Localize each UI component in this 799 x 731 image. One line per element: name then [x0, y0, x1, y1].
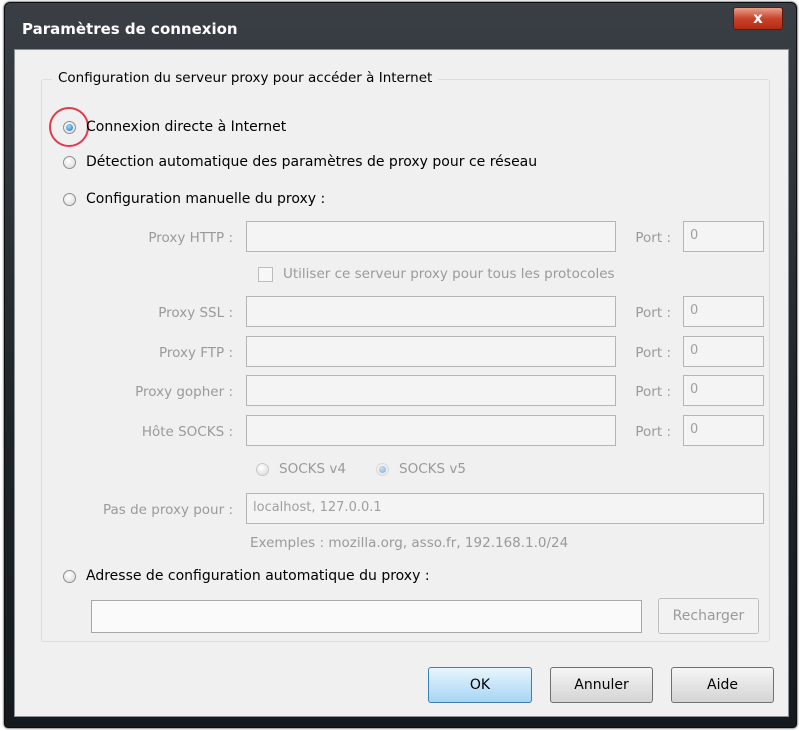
no-proxy-label: Pas de proxy pour : [102, 502, 233, 518]
radio-manual[interactable] [63, 192, 76, 206]
socks-host-input[interactable] [246, 415, 616, 446]
radio-auto-detect-label: Détection automatique des paramètres de … [86, 154, 538, 170]
radio-auto-config-label: Adresse de configuration automatique du … [86, 568, 430, 584]
socks-host-label: Hôte SOCKS : [141, 424, 233, 440]
ok-button[interactable]: OK [428, 667, 532, 703]
http-proxy-input[interactable] [246, 221, 616, 252]
http-port-input[interactable]: 0 [683, 221, 764, 252]
gopher-proxy-input[interactable] [246, 375, 616, 406]
proxy-config-legend: Configuration du serveur proxy pour accé… [52, 70, 439, 86]
window-title: Paramètres de connexion [22, 20, 238, 38]
radio-direct[interactable] [63, 120, 76, 134]
cancel-button[interactable]: Annuler [550, 667, 653, 703]
share-proxy-checkbox[interactable] [258, 267, 273, 282]
ssl-port-input[interactable]: 0 [683, 296, 764, 327]
socks-v4-row[interactable]: SOCKS v4 [256, 461, 346, 477]
ftp-port-label: Port : [635, 345, 671, 361]
radio-auto-config[interactable] [63, 569, 76, 583]
gopher-port-input[interactable]: 0 [683, 375, 764, 406]
http-proxy-label: Proxy HTTP : [148, 230, 233, 246]
ssl-proxy-input[interactable] [246, 296, 616, 327]
ftp-proxy-input[interactable] [246, 336, 616, 367]
ftp-port-input[interactable]: 0 [683, 336, 764, 367]
gopher-proxy-label: Proxy gopher : [135, 384, 233, 400]
radio-manual-row[interactable]: Configuration manuelle du proxy : [63, 191, 325, 207]
radio-socks-v4[interactable] [256, 462, 269, 476]
socks-port-label: Port : [635, 424, 671, 440]
no-proxy-input[interactable]: localhost, 127.0.0.1 [246, 493, 764, 524]
help-button[interactable]: Aide [671, 667, 774, 703]
socks-v5-row[interactable]: SOCKS v5 [376, 461, 466, 477]
close-button[interactable]: x [733, 7, 783, 30]
ftp-proxy-label: Proxy FTP : [158, 345, 233, 361]
reload-button[interactable]: Recharger [658, 598, 759, 634]
no-proxy-examples: Exemples : mozilla.org, asso.fr, 192.168… [250, 535, 569, 551]
socks-v5-label: SOCKS v5 [399, 461, 466, 477]
ssl-port-label: Port : [635, 305, 671, 321]
dialog-client-area: Configuration du serveur proxy pour accé… [14, 49, 789, 717]
title-bar[interactable]: Paramètres de connexion x [5, 3, 796, 49]
radio-auto-detect-row[interactable]: Détection automatique des paramètres de … [63, 154, 537, 170]
http-port-label: Port : [635, 230, 671, 246]
radio-direct-row[interactable]: Connexion directe à Internet [63, 119, 286, 135]
gopher-port-label: Port : [635, 384, 671, 400]
dialog-window: Paramètres de connexion x Configuration … [4, 2, 797, 728]
auto-config-url-input[interactable] [91, 600, 642, 633]
radio-manual-label: Configuration manuelle du proxy : [86, 191, 326, 207]
ssl-proxy-label: Proxy SSL : [158, 305, 233, 321]
radio-auto-config-row[interactable]: Adresse de configuration automatique du … [63, 568, 430, 584]
socks-v4-label: SOCKS v4 [279, 461, 346, 477]
socks-port-input[interactable]: 0 [683, 415, 764, 446]
radio-direct-label: Connexion directe à Internet [86, 119, 287, 135]
radio-auto-detect[interactable] [63, 155, 76, 169]
share-proxy-label: Utiliser ce serveur proxy pour tous les … [283, 266, 615, 282]
radio-socks-v5[interactable] [376, 462, 389, 476]
